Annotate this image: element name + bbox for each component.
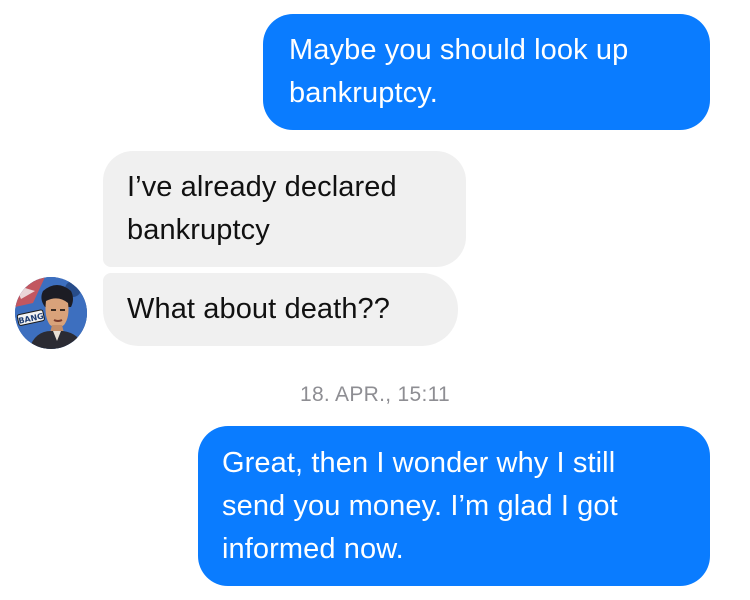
message-text: I’ve already declared bankruptcy [127, 171, 397, 246]
message-timestamp: 18. APR., 15:11 [299, 383, 451, 406]
incoming-message-bubble[interactable]: What about death?? [103, 273, 458, 346]
message-text: Maybe you should look up bankruptcy. [289, 34, 629, 109]
incoming-message-bubble[interactable]: I’ve already declared bankruptcy [103, 151, 466, 267]
outgoing-message-bubble[interactable]: Great, then I wonder why I still send yo… [198, 426, 710, 586]
avatar-portrait-icon: BANG [15, 277, 87, 349]
message-text: What about death?? [127, 293, 390, 325]
contact-avatar[interactable]: BANG [15, 277, 87, 349]
message-text: Great, then I wonder why I still send yo… [222, 447, 618, 565]
outgoing-message-bubble[interactable]: Maybe you should look up bankruptcy. [263, 14, 710, 130]
